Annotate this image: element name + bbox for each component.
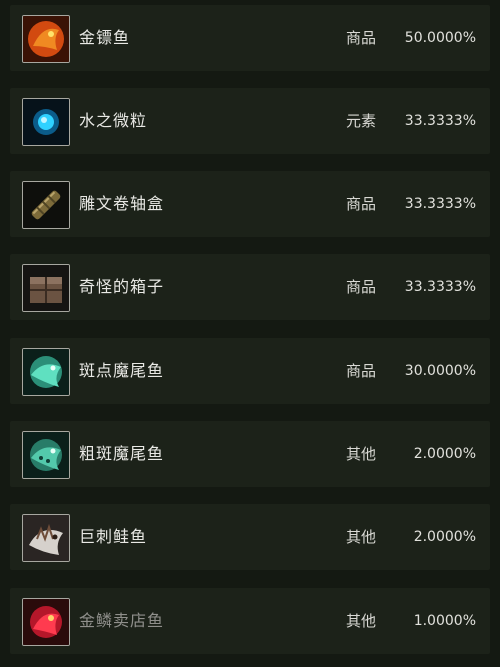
- strange-box-icon: [22, 264, 70, 312]
- water-particle-icon: [22, 98, 70, 146]
- item-category: 商品: [346, 195, 377, 213]
- glyph-scroll-case-icon: [22, 181, 70, 229]
- drop-rate: 2.0000%: [413, 529, 476, 545]
- list-item[interactable]: 粗斑魔尾鱼 其他 2.0000%: [10, 421, 490, 487]
- list-item[interactable]: 奇怪的箱子 商品 33.3333%: [10, 254, 490, 320]
- item-name: 金镖鱼: [79, 28, 131, 47]
- list-item[interactable]: 水之微粒 元素 33.3333%: [10, 88, 490, 154]
- item-category: 其他: [346, 528, 377, 546]
- item-category: 其他: [346, 445, 377, 463]
- drop-rate: 1.0000%: [413, 613, 476, 629]
- item-name: 雕文卷轴盒: [79, 194, 165, 213]
- item-category: 其他: [346, 612, 377, 630]
- drop-rate: 30.0000%: [404, 363, 476, 379]
- item-name: 斑点魔尾鱼: [79, 361, 165, 380]
- item-name: 金鳞卖店鱼: [79, 611, 165, 630]
- drop-rate: 33.3333%: [404, 196, 476, 212]
- list-item[interactable]: 金鳞卖店鱼 其他 1.0000%: [10, 588, 490, 654]
- list-item[interactable]: 巨刺鲑鱼 其他 2.0000%: [10, 504, 490, 570]
- drop-rate: 2.0000%: [413, 446, 476, 462]
- drop-rate: 33.3333%: [404, 279, 476, 295]
- giant-spine-salmon-icon: [22, 514, 70, 562]
- item-category: 商品: [346, 278, 377, 296]
- item-name: 水之微粒: [79, 111, 148, 130]
- golden-dart-fish-icon: [22, 15, 70, 63]
- item-name: 巨刺鲑鱼: [79, 527, 148, 546]
- loot-list: 金镖鱼 商品 50.0000% 水之微粒 元素 33.3333% 雕文卷轴盒 商…: [0, 0, 500, 667]
- rough-spotted-magic-tail-fish-icon: [22, 431, 70, 479]
- item-category: 商品: [346, 362, 377, 380]
- item-category: 元素: [346, 112, 377, 130]
- item-category: 商品: [346, 29, 377, 47]
- item-name: 粗斑魔尾鱼: [79, 444, 165, 463]
- drop-rate: 33.3333%: [404, 113, 476, 129]
- list-item[interactable]: 雕文卷轴盒 商品 33.3333%: [10, 171, 490, 237]
- drop-rate: 50.0000%: [404, 30, 476, 46]
- list-item[interactable]: 金镖鱼 商品 50.0000%: [10, 5, 490, 71]
- golden-scale-shop-fish-icon: [22, 598, 70, 646]
- item-name: 奇怪的箱子: [79, 277, 165, 296]
- list-item[interactable]: 斑点魔尾鱼 商品 30.0000%: [10, 338, 490, 404]
- spotted-magic-tail-fish-icon: [22, 348, 70, 396]
